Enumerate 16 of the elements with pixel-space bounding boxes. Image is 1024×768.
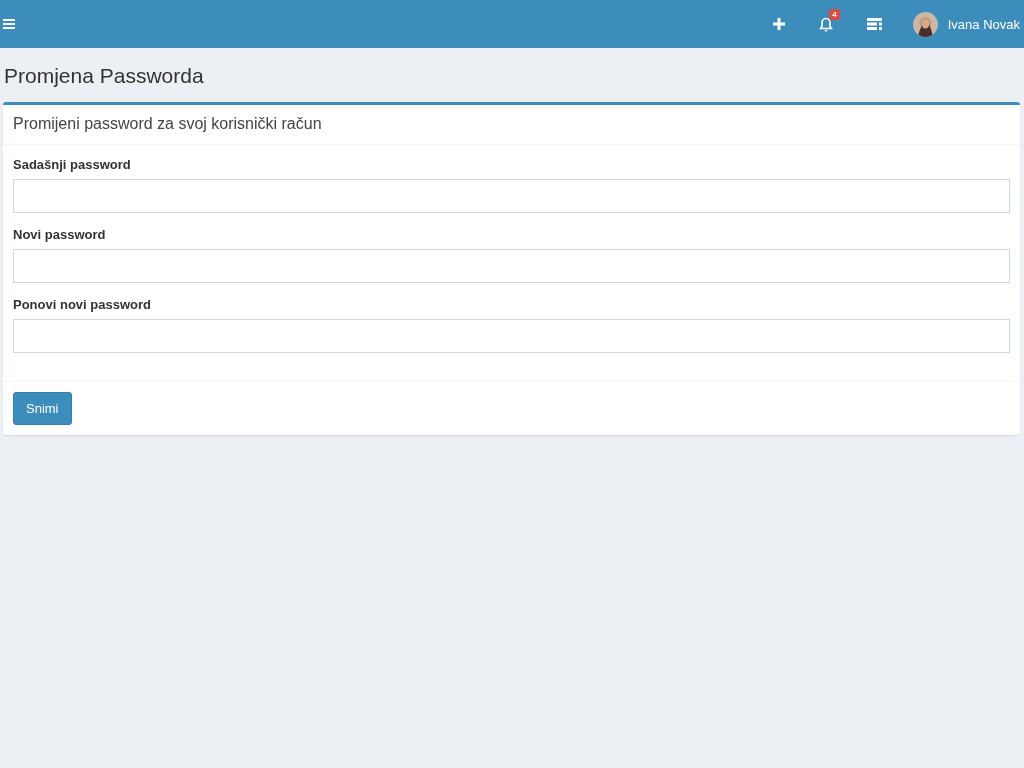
notification-count: 4 bbox=[829, 8, 840, 20]
password-field[interactable] bbox=[13, 179, 1010, 213]
field-label: Ponovi novi password bbox=[13, 297, 151, 312]
menu-icon[interactable] bbox=[3, 19, 15, 29]
card-title: Promijeni password za svoj korisnički račun bbox=[13, 115, 322, 132]
notification-button[interactable]: 4 bbox=[818, 8, 840, 32]
save-button[interactable]: Snimi bbox=[13, 392, 72, 425]
list-icon[interactable] bbox=[866, 18, 882, 30]
bell-icon bbox=[818, 16, 833, 32]
field-label: Sadašnji password bbox=[13, 157, 131, 172]
password-field[interactable] bbox=[13, 319, 1010, 353]
page-title: Promjena Passworda bbox=[3, 63, 205, 89]
field-label: Novi password bbox=[13, 227, 106, 242]
user-menu[interactable]: Ivana Novak bbox=[912, 11, 1020, 37]
password-field[interactable] bbox=[13, 249, 1010, 283]
plus-icon[interactable] bbox=[772, 18, 785, 30]
